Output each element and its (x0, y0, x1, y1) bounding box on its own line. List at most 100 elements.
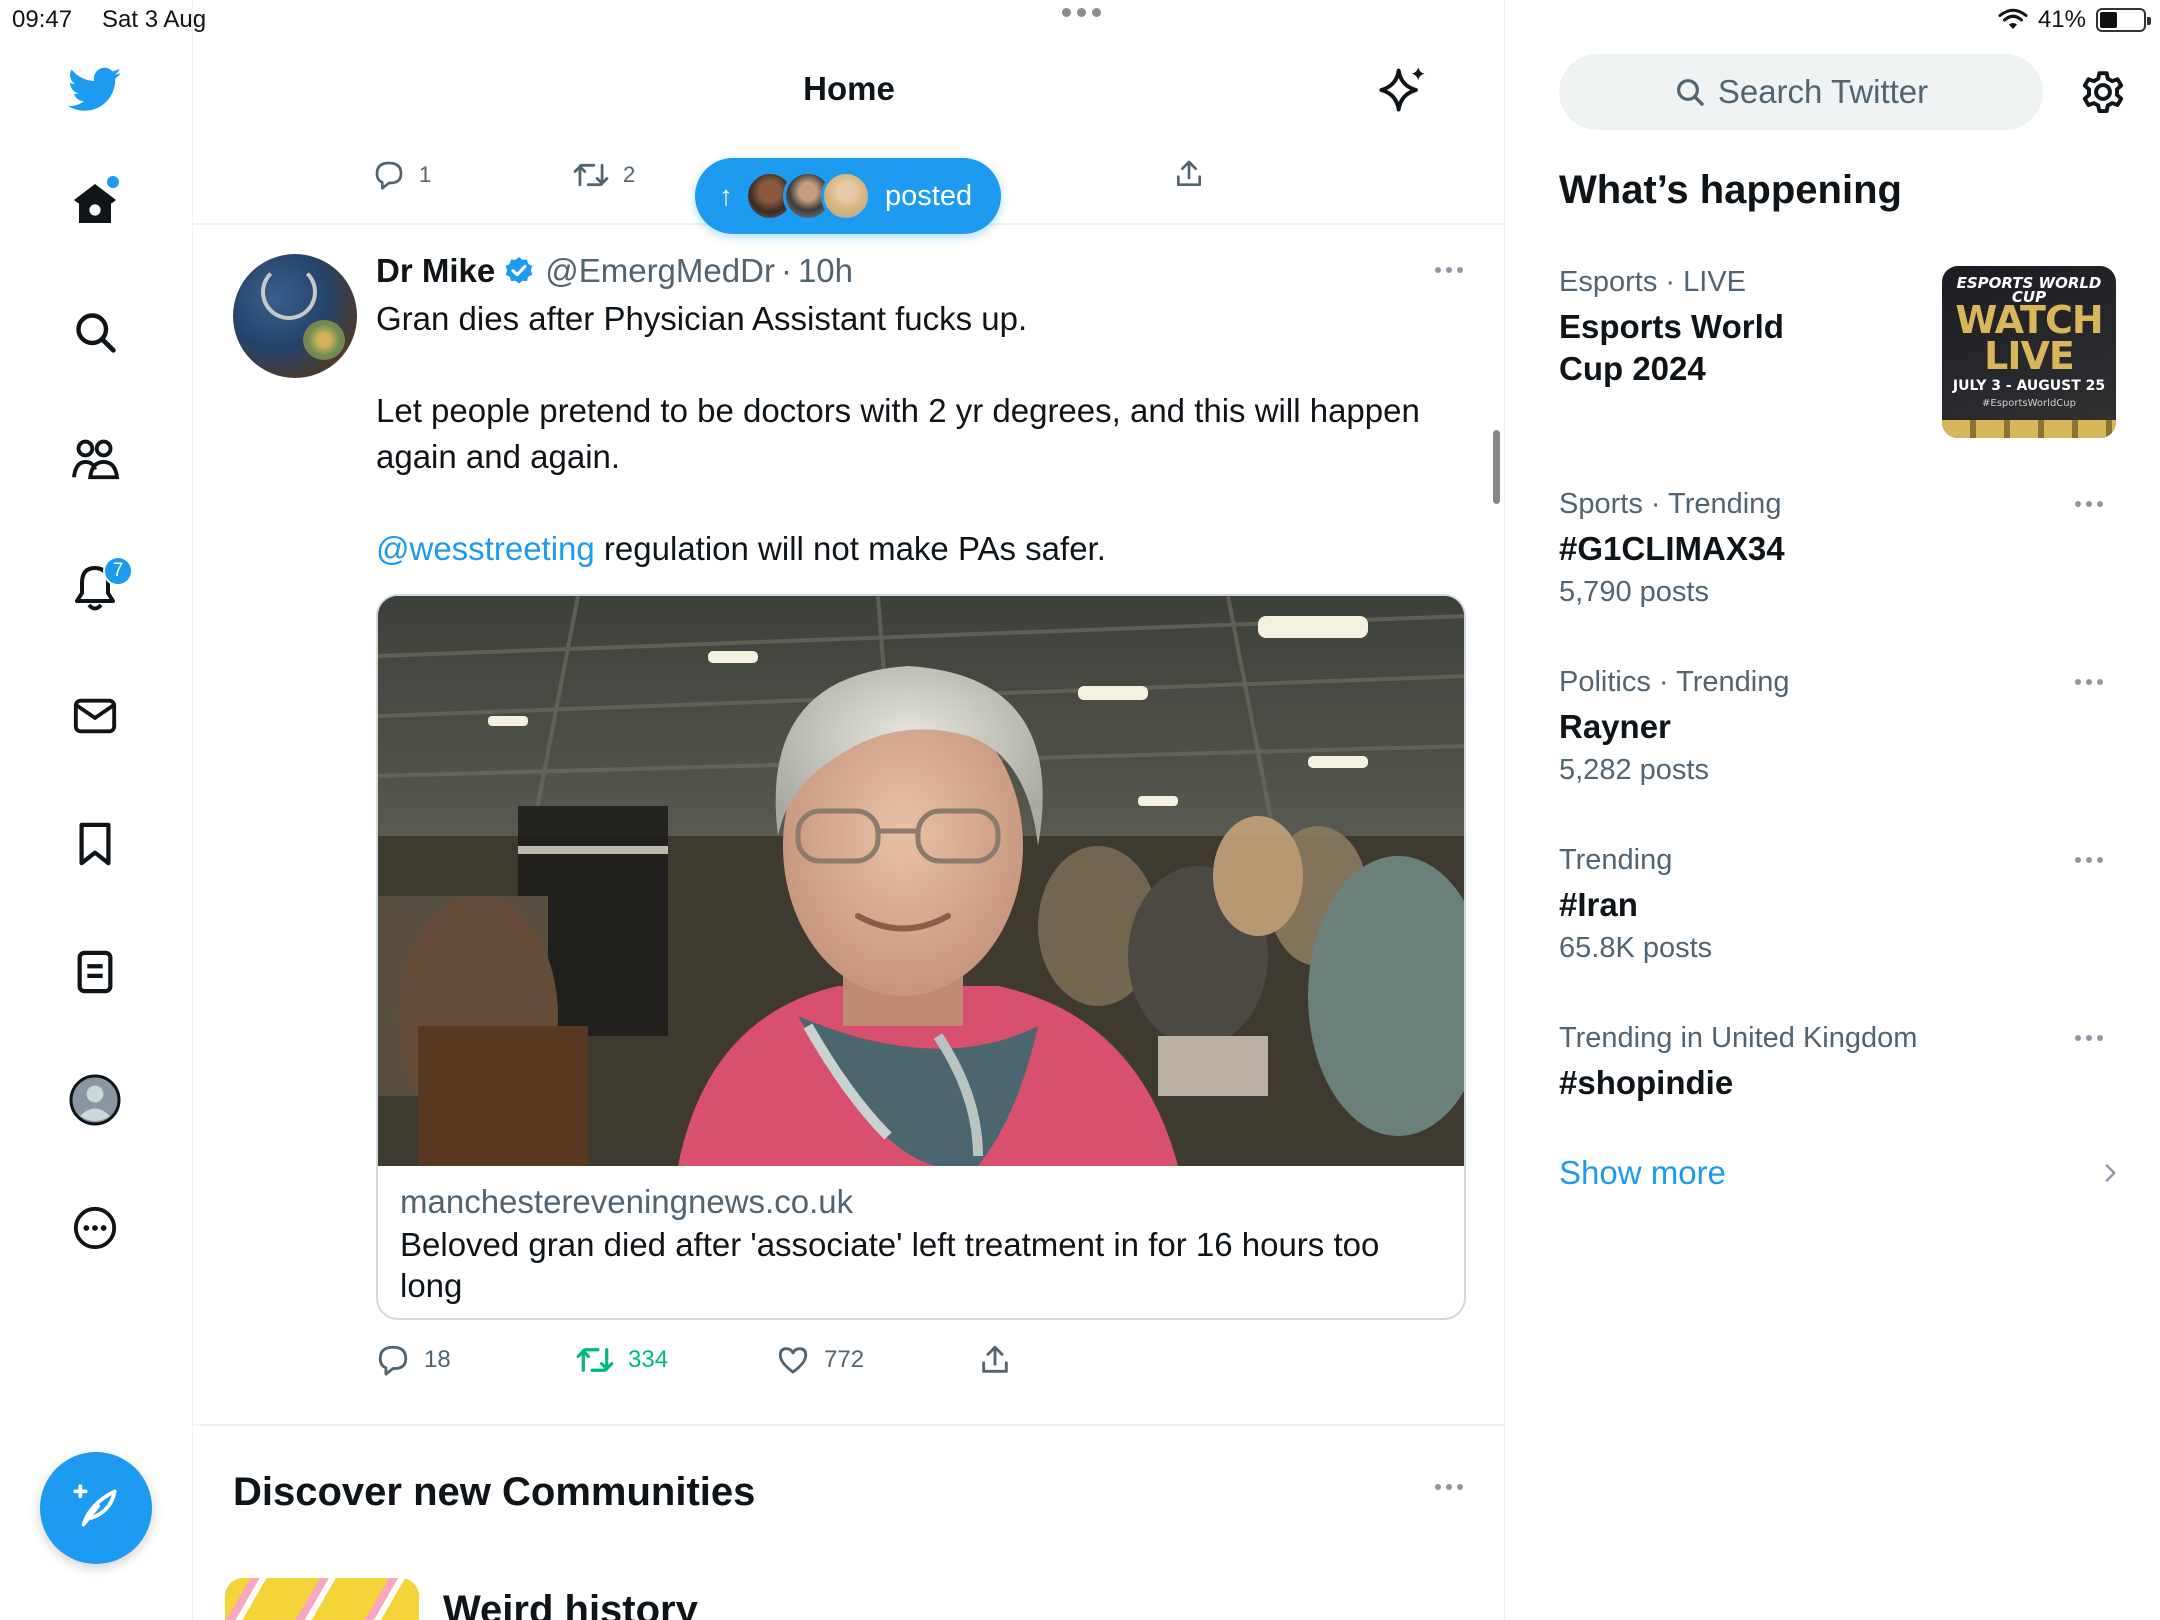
community-thumbnail[interactable] (225, 1578, 419, 1620)
trend-item[interactable]: Sports · Trending #G1CLIMAX34 5,790 post… (1559, 486, 2119, 610)
reply-count: 1 (419, 162, 432, 187)
divider (193, 1424, 1504, 1426)
timeline-column: Home 1 2 ↑ posted Dr Mike @EmergMedDr · … (193, 0, 1505, 1620)
verified-badge-icon (505, 257, 533, 284)
card-title: Beloved gran died after 'associate' left… (400, 1226, 1380, 1304)
retweet-button[interactable]: 334 (576, 1340, 668, 1380)
tweet-line-rest: regulation will not make PAs safer. (594, 530, 1106, 567)
communities-icon (72, 439, 120, 480)
whats-happening-title: What’s happening (1559, 168, 1902, 212)
trend-category: Trending (1559, 844, 1673, 876)
link-card[interactable]: manchestereveningnews.co.uk Beloved gran… (376, 594, 1466, 1320)
trend-name: #Iran (1559, 886, 1638, 923)
more-circle-icon (73, 1206, 117, 1250)
card-domain: manchestereveningnews.co.uk (400, 1183, 854, 1220)
reply-button[interactable]: 1 (373, 159, 573, 191)
profile-avatar-icon (69, 1074, 121, 1126)
profile-nav-button[interactable] (55, 1060, 135, 1140)
home-new-dot (107, 176, 119, 188)
share-button[interactable] (978, 1340, 1012, 1380)
tweet-text: Gran dies after Physician Assistant fuck… (376, 296, 1466, 572)
section-more-options-icon[interactable] (1435, 1484, 1463, 1490)
page-title: Home (803, 70, 895, 107)
trend-more-options-icon[interactable] (2075, 679, 2103, 685)
sparkle-icon[interactable] (1377, 64, 1429, 116)
community-name[interactable]: Weird history (443, 1588, 698, 1620)
retweet-count: 334 (628, 1346, 669, 1373)
trend-category: Sports · Trending (1559, 488, 1782, 520)
lists-nav-button[interactable] (55, 932, 135, 1012)
esports-thumbnail[interactable]: ESPORTS WORLD CUP WATCH LIVE JULY 3 - AUG… (1942, 266, 2116, 438)
esports-dates: JULY 3 - AUGUST 25 (1952, 378, 2106, 394)
like-count: 772 (824, 1346, 865, 1373)
notifications-nav-button[interactable]: 7 (55, 548, 135, 628)
lists-icon (77, 950, 113, 994)
author-name[interactable]: Dr Mike (376, 252, 495, 290)
reply-button[interactable]: 18 (376, 1340, 451, 1380)
trend-name: #G1CLIMAX34 (1559, 530, 1785, 567)
notifications-badge: 7 (103, 556, 133, 586)
reply-count: 18 (424, 1346, 451, 1373)
search-placeholder: Search Twitter (1717, 73, 1929, 110)
trend-item[interactable]: Politics · Trending Rayner 5,282 posts (1559, 664, 2119, 788)
trend-item[interactable]: Trending #Iran 65.8K posts (1559, 842, 2119, 966)
sidebar: Search Twitter What’s happening Esports … (1505, 0, 2160, 1620)
author-handle[interactable]: @EmergMedDr (545, 252, 775, 290)
trend-context: LIVE (1683, 266, 1746, 298)
trend-category: Politics · Trending (1559, 666, 1790, 698)
esports-hashtag: #EsportsWorldCup (1982, 398, 2076, 409)
home-nav-button[interactable] (55, 164, 135, 244)
like-button[interactable]: 772 (776, 1340, 864, 1380)
tweet-more-options-icon[interactable] (1435, 267, 1463, 273)
messages-nav-button[interactable] (55, 676, 135, 756)
messages-icon (73, 698, 117, 734)
trend-count: 5,790 posts (1559, 576, 1709, 608)
retweet-count: 2 (623, 162, 636, 187)
tweet-line: Let people pretend to be doctors with 2 … (376, 392, 1420, 475)
left-nav: 7 (0, 0, 193, 1620)
retweet-icon (573, 163, 609, 187)
tweet-line: @wesstreeting regulation will not make P… (376, 526, 1466, 572)
trend-more-options-icon[interactable] (2075, 1035, 2103, 1041)
arrow-up-icon: ↑ (719, 180, 733, 211)
compose-feather-icon (73, 1484, 117, 1527)
mention-link[interactable]: @wesstreeting (376, 530, 595, 567)
card-image (378, 596, 1464, 1166)
section-title: Discover new Communities (233, 1470, 756, 1514)
bookmark-icon (79, 822, 111, 866)
trend-more-options-icon[interactable] (2075, 857, 2103, 863)
tweet-timestamp[interactable]: 10h (798, 252, 853, 290)
reply-icon (375, 161, 403, 190)
bookmarks-nav-button[interactable] (55, 804, 135, 884)
chevron-right-icon (2105, 1164, 2116, 1182)
trend-name: Rayner (1559, 708, 1671, 745)
twitter-logo-icon[interactable] (55, 50, 135, 130)
explore-nav-button[interactable] (55, 292, 135, 372)
more-nav-button[interactable] (55, 1188, 135, 1268)
trend-name: #shopindie (1559, 1064, 1734, 1101)
retweet-icon (576, 1348, 614, 1372)
trend-count: 5,282 posts (1559, 754, 1709, 786)
separator-dot: · (780, 252, 792, 289)
previous-tweet-actions: 1 2 (373, 158, 1201, 192)
trend-item[interactable]: Trending in United Kingdom #shopindie (1559, 1020, 2119, 1104)
new-posts-pill[interactable]: ↑ posted (695, 158, 1001, 234)
trend-more-options-icon[interactable] (2075, 501, 2103, 507)
tweet-author-avatar[interactable] (233, 254, 357, 378)
show-more-link[interactable]: Show more (1559, 1154, 1726, 1192)
gear-icon[interactable] (2077, 66, 2129, 118)
share-icon (982, 1345, 1008, 1373)
trend-category: Trending in United Kingdom (1559, 1022, 1918, 1054)
share-icon[interactable] (1173, 158, 1205, 190)
avatar (821, 171, 871, 221)
retweet-button[interactable]: 2 (573, 159, 635, 191)
compose-button[interactable] (40, 1452, 152, 1564)
trend-count: 65.8K posts (1559, 932, 1713, 964)
search-icon (1676, 79, 1704, 106)
search-input[interactable]: Search Twitter (1559, 54, 2043, 130)
esports-headline: WATCH LIVE (1955, 298, 2103, 378)
tweet-header: Dr Mike @EmergMedDr · 10h (376, 250, 853, 292)
scrollbar[interactable] (1493, 430, 1500, 504)
new-posts-label: posted (885, 179, 973, 212)
communities-nav-button[interactable] (55, 420, 135, 500)
